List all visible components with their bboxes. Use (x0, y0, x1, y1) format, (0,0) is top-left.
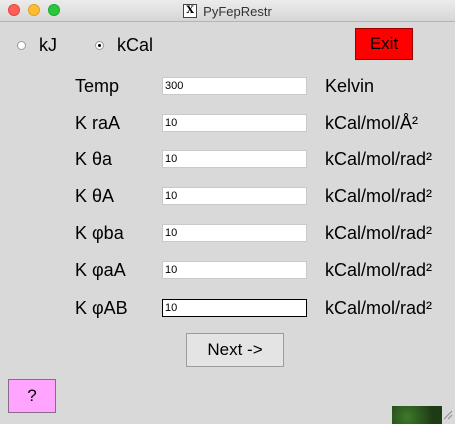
k-phi-aa-input[interactable] (162, 261, 307, 279)
field-label-temp: Temp (75, 76, 120, 96)
field-row-k-raa: K raA kCal/mol/Å² (0, 108, 455, 138)
field-label-k-phi-ab: K φAB (75, 298, 128, 318)
radio-kcal-indicator[interactable] (95, 40, 104, 50)
field-unit-k-phi-ba: kCal/mol/rad² (325, 223, 433, 243)
k-phi-ab-input[interactable] (162, 299, 307, 317)
title-bar[interactable]: X PyFepRestr (0, 0, 455, 22)
title-group: X PyFepRestr (0, 0, 455, 22)
field-unit-k-phi-aa: kCal/mol/rad² (325, 260, 433, 280)
field-row-k-theta-a-upper: K θA kCal/mol/rad² (0, 181, 455, 211)
radio-kcal-label[interactable]: kCal (117, 35, 153, 56)
field-unit-temp: Kelvin (325, 76, 375, 96)
field-row-k-phi-ba: K φba kCal/mol/rad² (0, 218, 455, 248)
field-label-k-phi-ba: K φba (75, 223, 124, 243)
next-button[interactable]: Next -> (186, 333, 284, 367)
field-row-temp: Temp Kelvin (0, 71, 455, 101)
resize-grip-icon[interactable] (441, 408, 453, 420)
k-phi-ba-input[interactable] (162, 224, 307, 242)
field-row-k-phi-ab: K φAB kCal/mol/rad² (0, 293, 455, 323)
x11-icon: X (183, 4, 198, 18)
radio-kcal[interactable]: kCal (95, 35, 153, 56)
k-raa-input[interactable] (162, 114, 307, 132)
exit-button[interactable]: Exit (355, 28, 413, 60)
temp-input[interactable] (162, 77, 307, 95)
help-button[interactable]: ? (8, 379, 56, 413)
field-label-k-theta-a-lower: K θa (75, 149, 113, 169)
field-unit-k-theta-a-lower: kCal/mol/rad² (325, 149, 433, 169)
field-unit-k-phi-ab: kCal/mol/rad² (325, 298, 433, 318)
k-theta-a-lower-input[interactable] (162, 150, 307, 168)
radio-kj[interactable]: kJ (17, 35, 57, 56)
field-unit-k-theta-a-upper: kCal/mol/rad² (325, 186, 433, 206)
radio-kj-indicator[interactable] (17, 40, 26, 50)
field-label-k-phi-aa: K φaA (75, 260, 126, 280)
field-unit-k-raa: kCal/mol/Å² (325, 113, 419, 133)
radio-kj-label[interactable]: kJ (39, 35, 57, 56)
unit-selector: kJ kCal (17, 34, 153, 56)
field-label-k-raa: K raA (75, 113, 121, 133)
k-theta-a-upper-input[interactable] (162, 187, 307, 205)
desktop-background (392, 406, 442, 424)
field-label-k-theta-a-upper: K θA (75, 186, 115, 206)
field-row-k-theta-a-lower: K θa kCal/mol/rad² (0, 144, 455, 174)
window-title: PyFepRestr (203, 3, 272, 19)
app-window: X PyFepRestr kJ kCal Exit Temp Kelvin K … (0, 0, 455, 424)
field-row-k-phi-aa: K φaA kCal/mol/rad² (0, 255, 455, 285)
